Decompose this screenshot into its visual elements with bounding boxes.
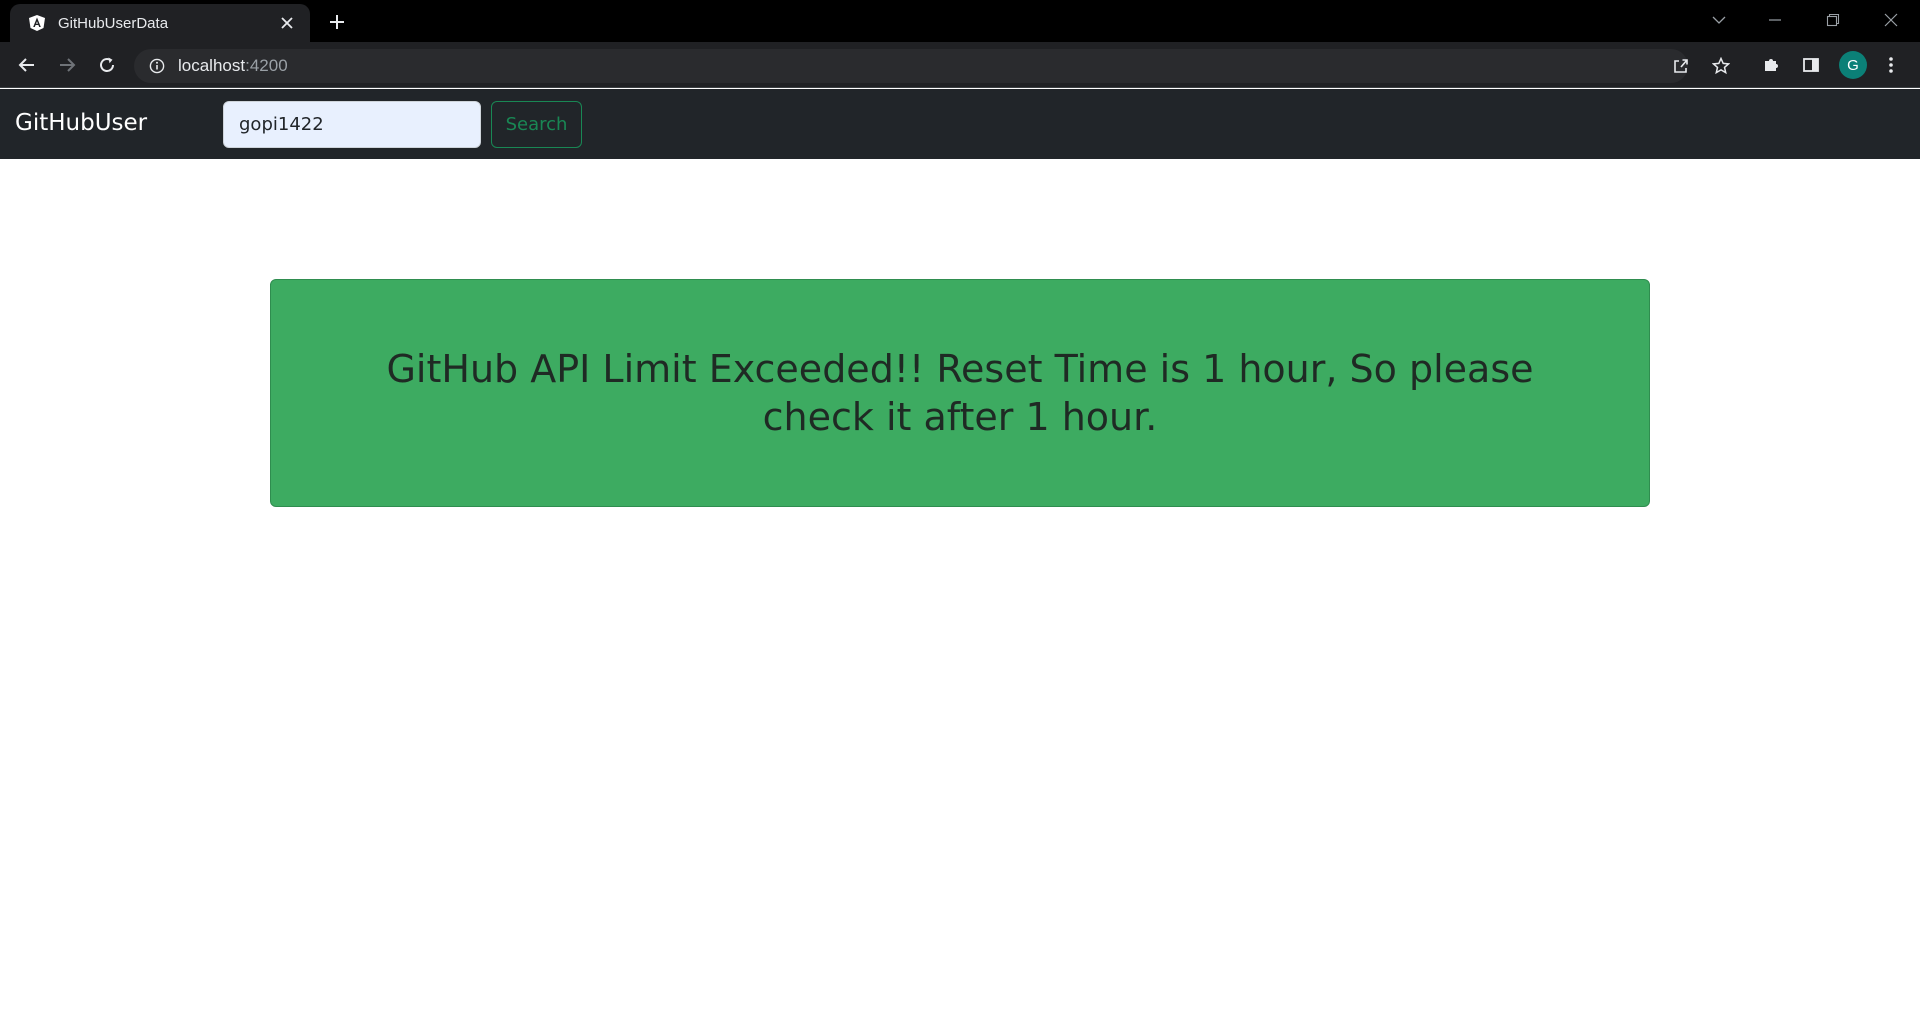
- browser-toolbar: localhost:4200: [0, 42, 1920, 88]
- bookmark-star-icon[interactable]: [1708, 53, 1734, 79]
- browser-menu-icon[interactable]: [1877, 51, 1905, 79]
- brand-logo-text[interactable]: GitHubUser: [15, 108, 147, 138]
- site-info-icon[interactable]: [148, 57, 166, 75]
- app-navbar: GitHubUser Search: [0, 89, 1920, 159]
- tab-search-chevron-icon[interactable]: [1704, 6, 1734, 34]
- restore-icon[interactable]: [1818, 6, 1848, 34]
- profile-avatar[interactable]: G: [1839, 51, 1867, 79]
- alert-message: GitHub API Limit Exceeded!! Reset Time i…: [386, 347, 1534, 439]
- share-icon[interactable]: [1668, 53, 1694, 79]
- extensions-puzzle-icon[interactable]: [1757, 51, 1785, 79]
- side-panel-icon[interactable]: [1797, 51, 1825, 79]
- url-host: localhost: [178, 56, 246, 75]
- tab-title: GitHubUserData: [58, 14, 169, 32]
- search-button[interactable]: Search: [491, 101, 582, 148]
- address-bar[interactable]: localhost:4200: [134, 49, 1730, 83]
- url-port: :4200: [245, 56, 288, 75]
- back-arrow-icon[interactable]: [13, 51, 41, 79]
- close-tab-icon[interactable]: [276, 12, 298, 34]
- browser-tab[interactable]: GitHubUserData: [10, 4, 310, 42]
- reload-icon[interactable]: [93, 51, 121, 79]
- close-window-icon[interactable]: [1876, 6, 1906, 34]
- new-tab-icon[interactable]: [324, 9, 350, 35]
- search-input[interactable]: [223, 101, 481, 148]
- angular-favicon-icon: [26, 12, 48, 34]
- forward-arrow-icon[interactable]: [53, 51, 81, 79]
- browser-tabstrip: GitHubUserData: [0, 0, 1920, 42]
- minimize-icon[interactable]: [1760, 6, 1790, 34]
- rate-limit-alert: GitHub API Limit Exceeded!! Reset Time i…: [270, 279, 1650, 507]
